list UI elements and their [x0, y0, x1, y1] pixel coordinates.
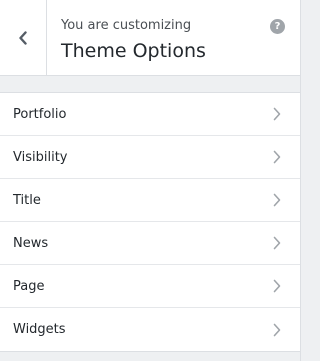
help-glyph: ?	[274, 21, 281, 32]
section-item-visibility[interactable]: Visibility	[0, 136, 300, 179]
section-item-portfolio[interactable]: Portfolio	[0, 93, 300, 136]
section-item-page[interactable]: Page	[0, 265, 300, 308]
section-item-label: Portfolio	[13, 106, 67, 122]
chevron-left-icon	[19, 31, 27, 45]
help-icon[interactable]: ?	[270, 19, 285, 34]
section-item-label: Page	[13, 278, 45, 294]
section-list: Portfolio Visibility Title News Page Wid…	[0, 92, 300, 352]
section-item-widgets[interactable]: Widgets	[0, 308, 300, 351]
section-item-label: Visibility	[13, 149, 68, 165]
section-item-news[interactable]: News	[0, 222, 300, 265]
chevron-right-icon	[272, 279, 282, 293]
panel-title: Theme Options	[61, 40, 206, 62]
customizing-label: You are customizing	[61, 18, 192, 33]
chevron-right-icon	[272, 236, 282, 250]
chevron-right-icon	[272, 150, 282, 164]
section-item-label: News	[13, 235, 49, 251]
chevron-right-icon	[272, 107, 282, 121]
back-button[interactable]	[0, 0, 47, 76]
customizer-panel: You are customizing Theme Options ? Port…	[0, 0, 301, 361]
header-text: You are customizing Theme Options	[61, 17, 260, 63]
section-item-label: Widgets	[13, 322, 66, 337]
chevron-right-icon	[272, 323, 282, 337]
customizer-header: You are customizing Theme Options ?	[0, 0, 300, 76]
section-item-label: Title	[13, 192, 41, 208]
chevron-right-icon	[272, 193, 282, 207]
section-item-title[interactable]: Title	[0, 179, 300, 222]
